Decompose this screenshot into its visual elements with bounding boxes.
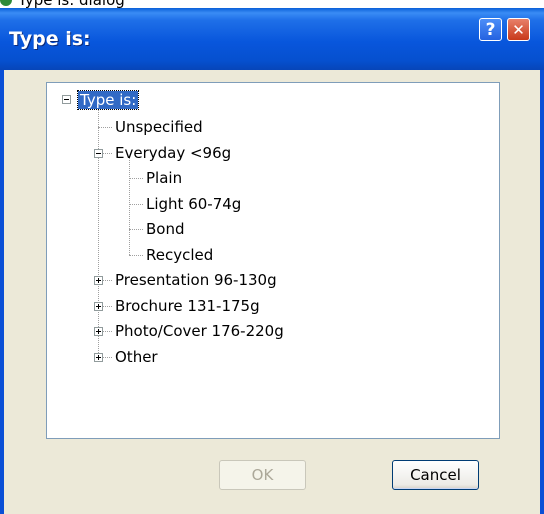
tree-node-label: Bond [146, 220, 185, 238]
tree-node-brochure[interactable]: Brochure 131-175g [113, 296, 262, 316]
close-icon[interactable]: ✕ [507, 18, 530, 41]
window-frame-left [0, 70, 4, 514]
tree-node-label: Everyday <96g [115, 144, 232, 162]
ok-button[interactable]: OK [219, 460, 306, 490]
tree-node-label: Presentation 96-130g [115, 271, 277, 289]
expand-icon[interactable] [94, 276, 103, 285]
tree-node-label: Other [115, 348, 158, 366]
tree-connector [129, 229, 143, 230]
expand-icon[interactable] [94, 353, 103, 362]
background-window-strip: Type is: dialog [0, 0, 544, 8]
tree-node-light[interactable]: Light 60-74g [144, 194, 243, 214]
help-icon[interactable]: ? [479, 18, 502, 41]
tree-node-label: Plain [146, 169, 183, 187]
tree-node-everyday[interactable]: Everyday <96g [113, 143, 233, 163]
collapse-icon[interactable] [94, 149, 103, 158]
tree-connector [129, 255, 143, 256]
tree-node-presentation[interactable]: Presentation 96-130g [113, 270, 279, 290]
tree-connector [103, 357, 112, 358]
tree-node-other[interactable]: Other [113, 347, 160, 367]
expand-icon[interactable] [94, 302, 103, 311]
tree-connector [129, 158, 130, 255]
paper-type-tree[interactable]: Type is: Unspecified Everyday <96g Plain… [46, 82, 500, 439]
tree-connector [103, 331, 112, 332]
expand-icon[interactable] [94, 327, 103, 336]
tree-connector [103, 280, 112, 281]
tree-node-bond[interactable]: Bond [144, 219, 187, 239]
title-bar[interactable]: Type is: ? ✕ [0, 8, 544, 70]
tree-node-label: Type is: [76, 90, 140, 110]
background-window-title: Type is: dialog [18, 0, 125, 8]
tree-node-label: Brochure 131-175g [115, 297, 260, 315]
collapse-icon[interactable] [62, 95, 71, 104]
tree-node-label: Unspecified [115, 118, 203, 136]
app-icon [0, 0, 12, 6]
dialog-title: Type is: [9, 28, 91, 50]
tree-node-recycled[interactable]: Recycled [144, 245, 215, 265]
tree-root-node[interactable]: Type is: [76, 90, 140, 110]
tree-connector [103, 306, 112, 307]
tree-node-label: Photo/Cover 176-220g [115, 322, 284, 340]
tree-connector [98, 127, 112, 128]
tree-node-plain[interactable]: Plain [144, 168, 184, 188]
tree-node-unspecified[interactable]: Unspecified [113, 117, 205, 137]
window-frame-right [540, 70, 544, 514]
tree-node-label: Recycled [146, 246, 214, 264]
tree-node-label: Light 60-74g [146, 195, 242, 213]
tree-connector [129, 178, 143, 179]
cancel-button[interactable]: Cancel [392, 460, 479, 490]
tree-connector [103, 153, 112, 154]
tree-connector [98, 99, 99, 355]
tree-node-photo-cover[interactable]: Photo/Cover 176-220g [113, 321, 286, 341]
tree-connector [129, 204, 143, 205]
